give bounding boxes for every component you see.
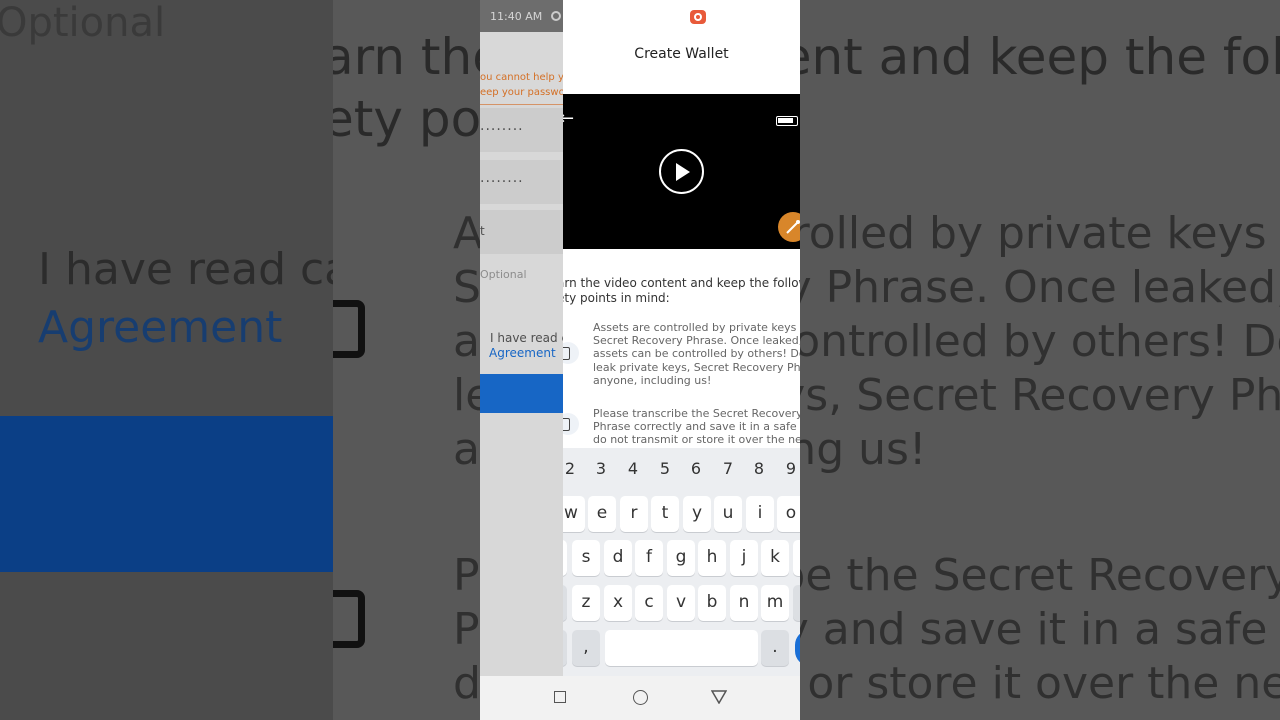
intro-line-2: ety points in mind: [563, 291, 670, 305]
key-i[interactable]: i [746, 496, 774, 532]
key-6[interactable]: 6 [686, 459, 706, 478]
point-2-line-1: Please transcribe the Secret Recovery [593, 407, 800, 420]
dim-overlay [480, 0, 563, 720]
symbols-key[interactable] [563, 630, 567, 666]
key-w[interactable]: w [563, 496, 585, 532]
recents-icon[interactable] [554, 691, 566, 703]
home-icon[interactable] [633, 690, 648, 705]
create-wallet-sheet: Create Wallet ← arn the video content an… [563, 0, 800, 720]
safety-point-1: Assets are controlled by private keys an… [593, 321, 800, 387]
key-g[interactable]: g [667, 540, 695, 576]
backdrop-read-text: I have read ca [38, 244, 333, 295]
key-3[interactable]: 3 [591, 459, 611, 478]
back-triangle-icon[interactable] [711, 690, 727, 704]
key-v[interactable]: v [667, 585, 695, 621]
key-n[interactable]: n [730, 585, 758, 621]
key-u[interactable]: u [714, 496, 742, 532]
play-button[interactable] [659, 149, 704, 194]
key-x[interactable]: x [604, 585, 632, 621]
letter-row-3: z x c v b n m [563, 585, 800, 621]
key-j[interactable]: j [730, 540, 758, 576]
page-title: Create Wallet [634, 46, 729, 62]
key-5[interactable]: 5 [655, 459, 675, 478]
key-s[interactable]: s [572, 540, 600, 576]
video-player[interactable]: ← [563, 94, 800, 249]
document-icon [563, 342, 579, 364]
key-b[interactable]: b [698, 585, 726, 621]
play-icon [676, 163, 690, 181]
shift-key[interactable] [563, 585, 567, 621]
key-f[interactable]: f [635, 540, 663, 576]
key-e[interactable]: e [588, 496, 616, 532]
period-key[interactable]: . [761, 630, 789, 666]
key-d[interactable]: d [604, 540, 632, 576]
edit-fab-icon[interactable] [778, 212, 800, 242]
key-c[interactable]: c [635, 585, 663, 621]
point-1-line-3: assets can be controlled by others! Do n [593, 347, 800, 361]
key-k[interactable]: k [761, 540, 789, 576]
key-a-partial[interactable] [563, 540, 567, 576]
key-o[interactable]: o [777, 496, 800, 532]
record-icon [690, 10, 706, 24]
backdrop-left-panel: Optional I have read ca Agreement [0, 0, 333, 720]
point-1-line-2: Secret Recovery Phrase. Once leaked, [593, 334, 800, 348]
intro-text: arn the video content and keep the follo… [563, 276, 800, 306]
soft-keyboard: 2 3 4 5 6 7 8 9 w e r t y u i o s d f g … [563, 448, 800, 676]
key-t[interactable]: t [651, 496, 679, 532]
phone-screen: 11:40 AM ou cannot help yo eep your pass… [480, 0, 800, 720]
point-1-line-4: leak private keys, Secret Recovery Phras [593, 360, 800, 374]
backdrop-right-panel: arn the video content and keep the follo… [333, 0, 1280, 720]
backdrop-optional-text: Optional [0, 0, 166, 46]
backspace-key[interactable] [793, 585, 800, 621]
safety-point-2: Please transcribe the Secret Recovery Ph… [593, 407, 800, 447]
key-m[interactable]: m [761, 585, 789, 621]
battery-icon [776, 116, 798, 126]
space-key[interactable] [605, 630, 758, 666]
letter-row-2: s d f g h j k [563, 540, 800, 576]
point-1-line-1: Assets are controlled by private keys an… [593, 321, 800, 334]
key-7[interactable]: 7 [718, 459, 738, 478]
backdrop-blue-button [0, 416, 333, 572]
backdrop-agreement-text: Agreement [38, 302, 283, 353]
key-4[interactable]: 4 [623, 459, 643, 478]
key-z[interactable]: z [572, 585, 600, 621]
key-h[interactable]: h [698, 540, 726, 576]
enter-key[interactable] [795, 630, 800, 666]
letter-row-1: w e r t y u i o [563, 496, 800, 532]
shield-icon [563, 413, 579, 435]
key-8[interactable]: 8 [749, 459, 769, 478]
point-2-line-2: Phrase correctly and save it in a safe p… [593, 420, 800, 434]
number-row: 2 3 4 5 6 7 8 9 [563, 448, 800, 484]
key-2[interactable]: 2 [563, 459, 580, 478]
key-r[interactable]: r [620, 496, 648, 532]
backdrop-document-icon [333, 300, 365, 358]
point-2-line-3: do not transmit or store it over the net… [593, 433, 800, 447]
key-y[interactable]: y [683, 496, 711, 532]
background-form-page: 11:40 AM ou cannot help yo eep your pass… [480, 0, 563, 720]
intro-line-1: arn the video content and keep the follo… [563, 276, 800, 290]
backdrop-shield-icon [333, 590, 365, 648]
back-arrow-icon[interactable]: ← [563, 110, 574, 128]
key-9[interactable]: 9 [781, 459, 800, 478]
comma-key[interactable]: , [572, 630, 600, 666]
backdrop-heading-line1: arn the video content and keep the follo… [333, 28, 1280, 86]
system-nav-bar [480, 676, 800, 720]
point-1-line-5: anyone, including us! [593, 373, 712, 387]
key-l-partial[interactable] [793, 540, 800, 576]
